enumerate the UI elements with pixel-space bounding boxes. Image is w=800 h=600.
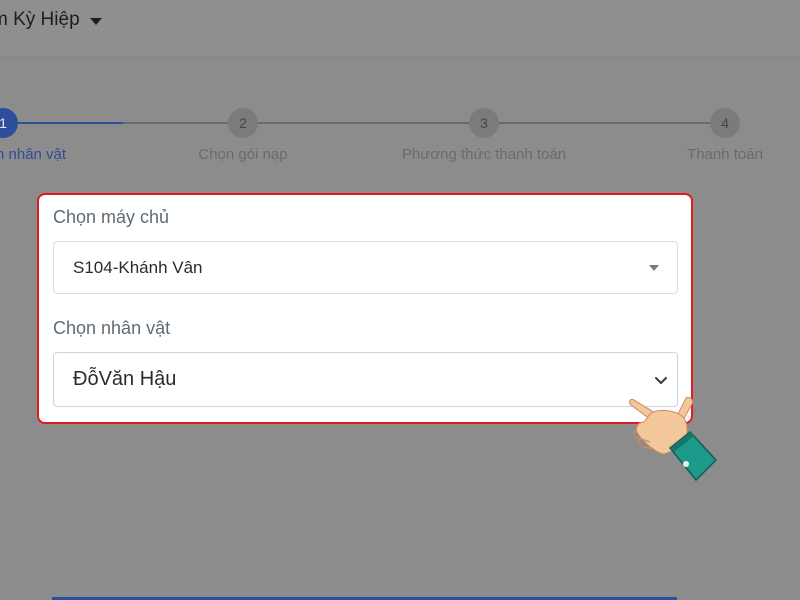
server-value: S104-Khánh Vân bbox=[73, 257, 203, 277]
game-selector[interactable]: m Kỳ Hiệp bbox=[0, 7, 102, 33]
top-header: m Kỳ Hiệp bbox=[0, 0, 800, 56]
step-line-pending bbox=[123, 122, 725, 124]
caret-down-icon bbox=[89, 17, 102, 25]
character-label: Chọn nhân vật bbox=[53, 318, 171, 338]
chevron-down-icon bbox=[655, 376, 667, 384]
progress-stepper: 1 2 3 4 n nhân vật Chọn gói nạp Phương t… bbox=[0, 104, 800, 174]
hand-pointer-icon bbox=[629, 397, 718, 482]
triangle-down-icon bbox=[649, 264, 659, 271]
server-select[interactable]: S104-Khánh Vân bbox=[53, 241, 678, 294]
step-3-circle[interactable]: 3 bbox=[469, 108, 499, 138]
character-value: ĐỗVăn Hậu bbox=[73, 368, 177, 390]
step-3-label: Phương thức thanh toán bbox=[401, 146, 567, 163]
server-label: Chọn máy chủ bbox=[53, 207, 170, 227]
step-2-circle[interactable]: 2 bbox=[228, 108, 258, 138]
step-4-circle[interactable]: 4 bbox=[710, 108, 740, 138]
step-1-label: n nhân vật bbox=[0, 146, 67, 163]
step-4-label: Thanh toán bbox=[687, 146, 763, 163]
step-1-circle[interactable]: 1 bbox=[0, 108, 18, 138]
step-2-label: Chọn gói nạp bbox=[198, 146, 288, 163]
payment-page: m Kỳ Hiệp 1 2 3 4 n nhân vật Chọn gói nạ… bbox=[0, 0, 800, 600]
character-select[interactable]: ĐỗVăn Hậu bbox=[53, 352, 678, 407]
step-line-completed bbox=[0, 122, 123, 124]
game-name: m Kỳ Hiệp bbox=[0, 9, 80, 30]
selection-card: Chọn máy chủ S104-Khánh Vân Chọn nhân vậ… bbox=[37, 193, 693, 424]
